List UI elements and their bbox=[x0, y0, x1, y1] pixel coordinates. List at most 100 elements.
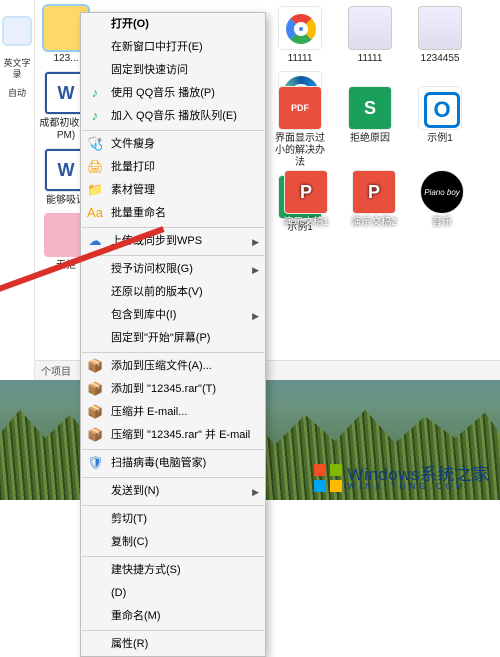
menu-item-label: 批量重命名 bbox=[111, 207, 166, 219]
menu-item-label: 固定到快速访问 bbox=[111, 64, 188, 76]
file-label: 拒绝原因 bbox=[341, 133, 399, 145]
windows-logo-icon bbox=[314, 464, 342, 492]
file-label: 演示文稿1 bbox=[278, 217, 334, 229]
menu-item-label: 加入 QQ音乐 播放队列(E) bbox=[111, 110, 237, 122]
menu-item-label: 打开(O) bbox=[111, 18, 149, 30]
file-icon bbox=[348, 6, 392, 50]
menu-item[interactable]: 属性(R) bbox=[81, 633, 265, 656]
menu-separator bbox=[82, 477, 264, 478]
menu-item[interactable]: 重命名(M) bbox=[81, 605, 265, 628]
menu-item[interactable]: ♪ 加入 QQ音乐 播放队列(E) bbox=[81, 105, 265, 128]
menu-item-label: (D) bbox=[111, 587, 126, 599]
submenu-arrow-icon: ▶ bbox=[252, 234, 259, 251]
menu-item-label: 添加到压缩文件(A)... bbox=[111, 360, 212, 372]
menu-item-label: 授予访问权限(G) bbox=[111, 263, 193, 275]
menu-item-label: 素材管理 bbox=[111, 184, 155, 196]
menu-separator bbox=[82, 130, 264, 131]
file-item[interactable]: 11111 bbox=[271, 6, 329, 65]
menu-item[interactable]: 还原以前的版本(V) bbox=[81, 281, 265, 304]
menu-item-icon: 📦 bbox=[87, 381, 103, 397]
menu-item-icon: 📦 bbox=[87, 358, 103, 374]
file-item[interactable]: 演示文稿1 bbox=[278, 170, 334, 229]
sidebar-folder-icon[interactable] bbox=[4, 18, 30, 44]
menu-item[interactable]: 建快捷方式(S) bbox=[81, 559, 265, 582]
menu-item[interactable]: 包含到库中(I)▶ bbox=[81, 304, 265, 327]
menu-item[interactable]: 复制(C) bbox=[81, 531, 265, 554]
menu-item-icon: Aa bbox=[87, 205, 103, 221]
menu-item-icon: 📁 bbox=[87, 182, 103, 198]
menu-item-label: 固定到"开始"屏幕(P) bbox=[111, 332, 210, 344]
menu-item[interactable]: 打开(O) bbox=[81, 13, 265, 36]
file-item[interactable]: 1234455 bbox=[411, 6, 469, 65]
menu-item[interactable]: 📁 素材管理 bbox=[81, 179, 265, 202]
menu-item-label: 添加到 "12345.rar"(T) bbox=[111, 383, 216, 395]
menu-separator bbox=[82, 505, 264, 506]
menu-item[interactable]: 固定到快速访问 bbox=[81, 59, 265, 82]
menu-item-label: 文件瘦身 bbox=[111, 138, 155, 150]
menu-item[interactable]: 🖨 批量打印 bbox=[81, 156, 265, 179]
file-icon bbox=[278, 86, 322, 130]
menu-separator bbox=[82, 556, 264, 557]
submenu-arrow-icon: ▶ bbox=[252, 484, 259, 501]
menu-item-icon: 🩺 bbox=[87, 136, 103, 152]
watermark-url: WINXITONG.COM bbox=[348, 483, 490, 491]
menu-item-label: 批量打印 bbox=[111, 161, 155, 173]
file-item[interactable]: 示例1 bbox=[411, 86, 469, 169]
file-item[interactable]: 拒绝原因 bbox=[341, 86, 399, 169]
submenu-arrow-icon: ▶ bbox=[252, 262, 259, 279]
menu-item[interactable]: 📦压缩并 E-mail... bbox=[81, 401, 265, 424]
file-label: 11111 bbox=[271, 53, 329, 65]
file-label: 演示文稿2 bbox=[346, 217, 402, 229]
menu-item[interactable]: 🛡扫描病毒(电脑管家) bbox=[81, 452, 265, 475]
menu-item-label: 发送到(N) bbox=[111, 485, 159, 497]
menu-item-label: 属性(R) bbox=[111, 638, 148, 650]
menu-item[interactable]: 剪切(T) bbox=[81, 508, 265, 531]
file-icon bbox=[418, 6, 462, 50]
menu-item-icon: 🖨 bbox=[87, 159, 103, 175]
file-label: 1234455 bbox=[411, 53, 469, 65]
menu-item-label: 剪切(T) bbox=[111, 513, 147, 525]
file-icon bbox=[352, 170, 396, 214]
menu-item-icon: 📦 bbox=[87, 427, 103, 443]
file-icon bbox=[284, 170, 328, 214]
menu-item-icon: ☁ bbox=[87, 233, 103, 249]
file-icon bbox=[348, 86, 392, 130]
file-item[interactable]: 音乐 bbox=[414, 170, 470, 229]
menu-item[interactable]: 🩺 文件瘦身 bbox=[81, 133, 265, 156]
menu-item[interactable]: (D) bbox=[81, 582, 265, 605]
file-icon bbox=[418, 86, 462, 130]
menu-item-label: 压缩到 "12345.rar" 并 E-mail bbox=[111, 429, 250, 441]
file-item[interactable]: 演示文稿2 bbox=[346, 170, 402, 229]
sidebar: 英文字录 自动 bbox=[0, 0, 35, 380]
menu-item[interactable]: Aa 批量重命名 bbox=[81, 202, 265, 225]
menu-separator bbox=[82, 449, 264, 450]
menu-item[interactable]: 📦 压缩到 "12345.rar" 并 E-mail bbox=[81, 424, 265, 447]
menu-item-icon: ♪ bbox=[87, 108, 103, 124]
sidebar-item-label[interactable]: 英文字录 bbox=[0, 58, 34, 80]
file-label: 11111 bbox=[341, 53, 399, 65]
menu-item[interactable]: 📦 添加到 "12345.rar"(T) bbox=[81, 378, 265, 401]
menu-item-label: 复制(C) bbox=[111, 536, 148, 548]
menu-item[interactable]: ♪使用 QQ音乐 播放(P) bbox=[81, 82, 265, 105]
menu-item-label: 在新窗口中打开(E) bbox=[111, 41, 203, 53]
file-label: 音乐 bbox=[414, 217, 470, 229]
menu-separator bbox=[82, 352, 264, 353]
file-icon bbox=[278, 6, 322, 50]
menu-item[interactable]: 固定到"开始"屏幕(P) bbox=[81, 327, 265, 350]
file-item[interactable]: 11111 bbox=[341, 6, 399, 65]
file-label: 界面显示过小的解决办法 bbox=[271, 133, 329, 169]
menu-item-label: 使用 QQ音乐 播放(P) bbox=[111, 87, 215, 99]
menu-separator bbox=[82, 227, 264, 228]
menu-item-label: 扫描病毒(电脑管家) bbox=[111, 457, 206, 469]
menu-item[interactable]: 在新窗口中打开(E) bbox=[81, 36, 265, 59]
menu-item[interactable]: 📦 添加到压缩文件(A)... bbox=[81, 355, 265, 378]
sidebar-item-label[interactable]: 自动 bbox=[0, 88, 34, 99]
file-icon bbox=[420, 170, 464, 214]
menu-item-icon: 📦 bbox=[87, 404, 103, 420]
menu-item-label: 建快捷方式(S) bbox=[111, 564, 181, 576]
file-item[interactable]: 界面显示过小的解决办法 bbox=[271, 86, 329, 169]
menu-item-label: 还原以前的版本(V) bbox=[111, 286, 203, 298]
context-menu: 打开(O) 在新窗口中打开(E) 固定到快速访问 ♪使用 QQ音乐 播放(P) ♪ 加入 … bbox=[80, 12, 266, 657]
submenu-arrow-icon: ▶ bbox=[252, 308, 259, 325]
menu-item-label: 重命名(M) bbox=[111, 610, 161, 622]
